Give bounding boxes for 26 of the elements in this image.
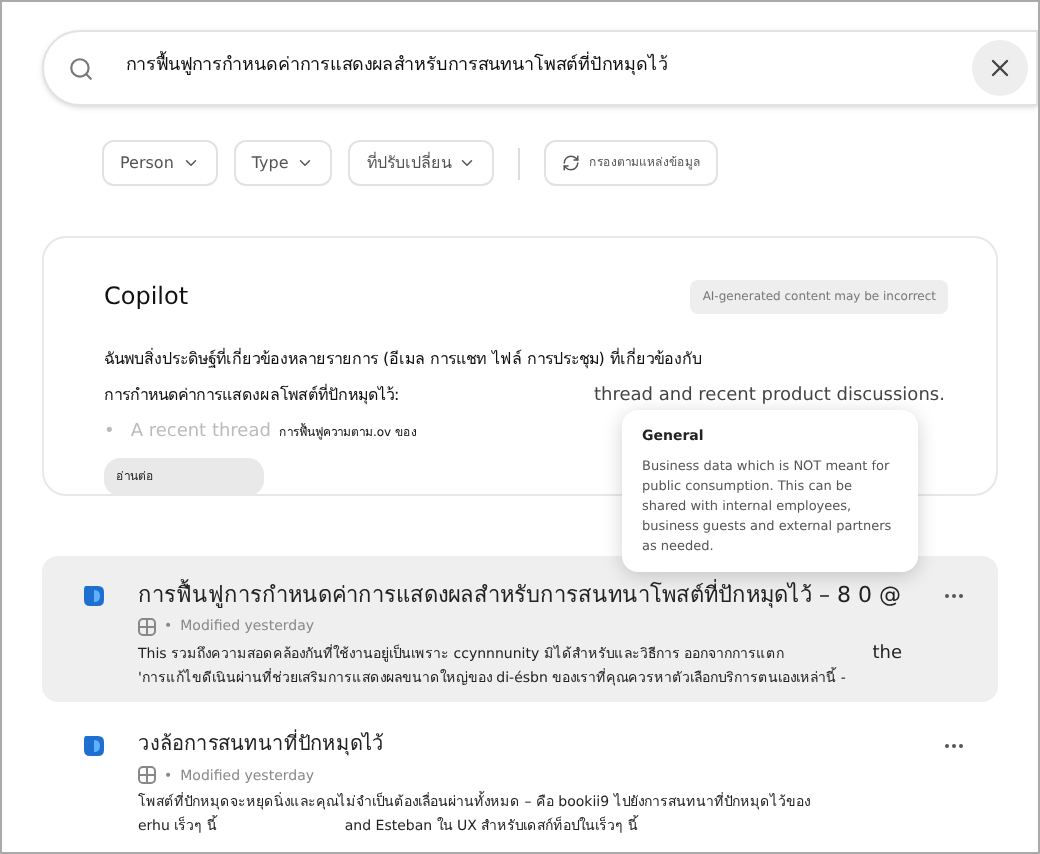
result-title[interactable]: วงล้อการสนทนาที่ปักหมุดไว้	[138, 725, 384, 765]
grid-icon	[138, 617, 156, 636]
summary-fragment: thread and recent product discussions.	[594, 384, 945, 410]
filter-chip[interactable]: Person	[102, 140, 218, 186]
bullet-mark: •	[104, 419, 115, 445]
search-value: การฟื้นฟูการกำหนดค่าการแสดงผลสำหรับการสนทนาโพสต์ที่ปักหมุดไว้	[126, 54, 972, 82]
search-icon	[68, 55, 94, 81]
summary-text: การกำหนดค่าการแสดงผลโพสต์ที่ปักหมุดไว้:	[104, 384, 402, 408]
summary-text: ฉันพบสิ่งประดิษฐ์ที่เกี่ยวข้องหลายรายการ (อีเมล การแชท ไฟล์ การประชุม) ที่เกี่ยวข้องกับ	[104, 348, 704, 372]
app-logo-icon	[82, 584, 106, 608]
chevron-icon	[296, 154, 315, 172]
bullet-text: • A recent thread	[104, 419, 271, 446]
search-field[interactable]: การฟื้นฟูการกำหนดค่าการแสดงผลสำหรับการสนทนาโพสต์ที่ปักหมุดไว้	[42, 30, 1038, 106]
filter-chip[interactable]: ที่ปรับเปลี่ยน	[348, 140, 495, 186]
result-title[interactable]: การฟื้นฟูการกำหนดค่าการแสดงผลสำหรับการสนทนาโพสต์ที่ปักหมุดไว้ – 8 0 @	[138, 576, 901, 616]
grid-icon	[138, 766, 156, 785]
clear-button[interactable]	[972, 40, 1028, 96]
chevron-icon	[181, 154, 200, 172]
app-logo-icon	[82, 733, 106, 757]
close-icon	[986, 54, 1014, 82]
filter-chip[interactable]: Type	[233, 140, 333, 186]
snippet-text: the	[872, 641, 904, 665]
refresh-icon	[562, 154, 581, 172]
result-item[interactable]	[42, 556, 998, 701]
copilot-title: Copilot	[104, 280, 189, 314]
chevron-icon	[458, 154, 477, 172]
